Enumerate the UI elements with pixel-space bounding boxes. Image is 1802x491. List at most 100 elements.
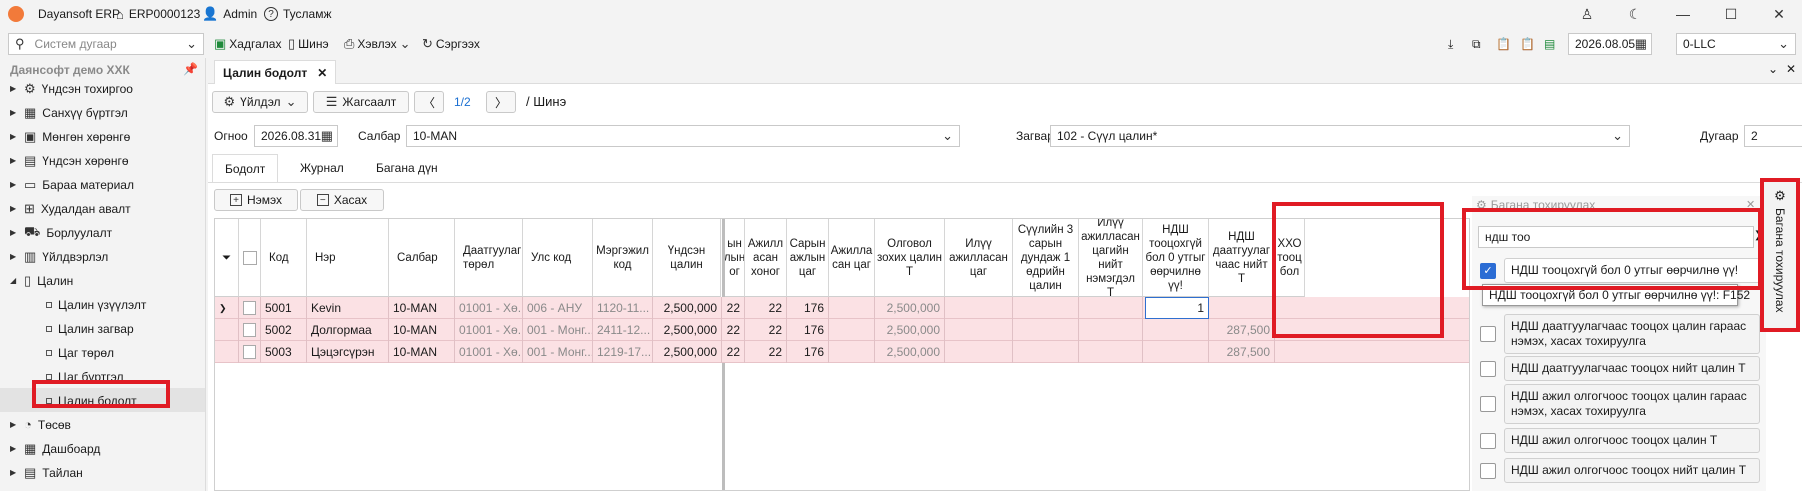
sidebar-item-salary-template[interactable]: Цалин загвар xyxy=(46,318,134,339)
company-select[interactable]: 0-LLC ⌄ xyxy=(1676,33,1796,55)
help-menu[interactable]: ? Тусламж xyxy=(264,5,331,23)
row-checkbox[interactable] xyxy=(239,297,261,319)
user-menu[interactable]: 👤 Admin xyxy=(202,5,257,23)
cell-country-code[interactable]: 001 - Монг... xyxy=(523,341,593,363)
cell-profession-code[interactable]: 2411-12... xyxy=(593,319,653,341)
record-id[interactable]: ⌂ ERP0000123 xyxy=(116,5,200,23)
branch-select[interactable]: 10-MAN ⌄ xyxy=(406,125,960,147)
tab-journal[interactable]: Журнал xyxy=(288,156,356,180)
table-row[interactable]: 5003 Цэцэгсүрэн 10-MAN 01001 - Хө... 001… xyxy=(215,341,1469,363)
cell-profession-code[interactable]: 1120-11... xyxy=(593,297,653,319)
sidebar-item-salary[interactable]: ◢ ▯ Цалин xyxy=(10,270,73,291)
person-icon[interactable]: ♙ xyxy=(1572,4,1602,24)
header-worked-days[interactable]: Ажилл асан хоног xyxy=(745,219,787,297)
pin-icon[interactable]: 📌 xyxy=(183,62,198,76)
download-icon[interactable]: ⤓ xyxy=(1448,35,1453,53)
cell-partial[interactable]: 22 xyxy=(725,319,745,341)
cell-ndsh-zero[interactable] xyxy=(1143,341,1209,363)
cell-code[interactable]: 5002 xyxy=(261,319,307,341)
next-button[interactable]: 〉 xyxy=(486,91,516,113)
header-3month-avg[interactable]: Сүүлийн 3 сарын дундаж 1 өдрийн цалин xyxy=(1013,219,1079,297)
header-payable-salary[interactable]: Олговол зохих цалин Т xyxy=(875,219,945,297)
clipboard-copy-icon[interactable]: 📋 xyxy=(1496,35,1511,53)
cell-overtime-total[interactable] xyxy=(1079,341,1143,363)
theme-moon-icon[interactable]: ☾ xyxy=(1620,4,1650,24)
cell-name[interactable]: Цэцэгсүрэн xyxy=(307,341,389,363)
header-insured-type[interactable]: Даатгуулагч төрөл xyxy=(455,219,523,297)
filter-icon[interactable]: ⏷ xyxy=(215,219,239,297)
cell-overtime-total[interactable] xyxy=(1079,297,1143,319)
number-field[interactable]: 2 xyxy=(1744,125,1802,147)
header-profession-code[interactable]: Мэргэжил код xyxy=(593,219,653,297)
print-button[interactable]: ⎙ Хэвлэх ⌄ xyxy=(344,35,411,53)
save-button[interactable]: ▣ Хадгалах xyxy=(214,35,281,53)
header-ndsh-zero[interactable]: НДШ тооцохгүй бол 0 утгыг өөрчилнө үү! xyxy=(1143,219,1209,297)
cell-profession-code[interactable]: 1219-17... xyxy=(593,341,653,363)
header-month-hours[interactable]: Сарын ажлын цаг xyxy=(787,219,829,297)
tab-salary-calc[interactable]: Цалин бодолт ✕ xyxy=(214,60,337,84)
maximize-button[interactable]: ☐ xyxy=(1716,4,1746,24)
sidebar-item-inventory[interactable]: ▶ ▭ Бараа материал xyxy=(10,174,134,195)
cell-overtime-hours[interactable] xyxy=(945,319,1013,341)
sidebar-item-time-type[interactable]: Цаг төрөл xyxy=(46,342,114,363)
sidebar-item-production[interactable]: ▶ ▥ Үйлдвэрлэл xyxy=(10,246,108,267)
list-button[interactable]: ☰ Жагсаалт xyxy=(313,91,409,113)
cell-ndsh-insured-total[interactable]: 287,500 xyxy=(1209,319,1275,341)
header-ndsh-insured-total[interactable]: НДШ даатгуулаг чаас нийт Т xyxy=(1209,219,1275,297)
cell-branch[interactable]: 10-MAN xyxy=(389,297,455,319)
sidebar-item-purchase[interactable]: ▶ ⊞ Худалдан авалт xyxy=(10,198,131,219)
cell-name[interactable]: Долгормаа xyxy=(307,319,389,341)
header-code[interactable]: Код xyxy=(261,219,307,297)
cell-branch[interactable]: 10-MAN xyxy=(389,319,455,341)
column-item[interactable]: НДШ ажил олгогчоос тооцох цалин Т xyxy=(1480,428,1760,453)
cell-ndsh-insured-total[interactable] xyxy=(1209,297,1275,319)
excel-icon[interactable]: ▤ xyxy=(1544,35,1555,53)
action-dropdown[interactable]: ⚙ Үйлдэл ⌄ xyxy=(212,91,308,113)
cell-worked-hours[interactable] xyxy=(829,341,875,363)
row-expand-icon[interactable]: ❯ xyxy=(215,297,239,319)
cell-month-hours[interactable]: 176 xyxy=(787,341,829,363)
new-button[interactable]: ▯ Шинэ xyxy=(288,35,329,53)
cell-overtime-hours[interactable] xyxy=(945,341,1013,363)
cell-ndsh-zero[interactable] xyxy=(1143,319,1209,341)
cell-worked-hours[interactable] xyxy=(829,297,875,319)
paste-icon[interactable]: 📋 xyxy=(1520,35,1535,53)
refresh-button[interactable]: ↻ Сэргээх xyxy=(422,35,480,53)
row-checkbox[interactable] xyxy=(239,319,261,341)
checkbox[interactable] xyxy=(1480,326,1496,342)
sidebar-item-report[interactable]: ▶ ▤ Тайлан xyxy=(10,462,83,483)
tab-calc[interactable]: Бодолт xyxy=(212,154,279,182)
collapse-icon[interactable]: ⌄ xyxy=(1768,62,1778,76)
header-partial[interactable]: ын лын ог xyxy=(725,219,745,297)
prev-button[interactable]: 〈 xyxy=(414,91,444,113)
column-item[interactable]: НДШ даатгуулагчаас тооцох нийт цалин Т xyxy=(1480,356,1760,381)
header-overtime-total[interactable]: Илүү ажилласан цагийн нийт нэмэгдэл Т xyxy=(1079,219,1143,297)
cell-insured-type[interactable]: 01001 - Хө... xyxy=(455,319,523,341)
cell-insured-type[interactable]: 01001 - Хө... xyxy=(455,341,523,363)
cell-worked-days[interactable]: 22 xyxy=(745,319,787,341)
column-item[interactable]: НДШ ажил олгогчоос тооцох нийт цалин Т xyxy=(1480,458,1760,483)
cell-payable-salary[interactable]: 2,500,000 xyxy=(875,297,945,319)
doc-date-field[interactable]: 2026.08.31 ▦ xyxy=(254,125,338,147)
column-item[interactable]: НДШ даатгуулагчаас тооцох цалин гараас н… xyxy=(1480,314,1760,354)
sidebar-item-dashboard[interactable]: ▶ ▦ Дашбоард xyxy=(10,438,100,459)
cell-ndsh-insured-total[interactable]: 287,500 xyxy=(1209,341,1275,363)
checkbox[interactable] xyxy=(1480,396,1496,412)
cell-payable-salary[interactable]: 2,500,000 xyxy=(875,341,945,363)
cell-name[interactable]: Kevin xyxy=(307,297,389,319)
cell-3month-avg[interactable] xyxy=(1013,341,1079,363)
tab-column-total[interactable]: Багана дүн xyxy=(364,156,450,180)
checkbox[interactable] xyxy=(1480,462,1496,479)
cell-worked-hours[interactable] xyxy=(829,319,875,341)
header-worked-hours[interactable]: Ажилла сан цаг xyxy=(829,219,875,297)
cell-base-salary[interactable]: 2,500,000 xyxy=(653,297,722,319)
cell-code[interactable]: 5001 xyxy=(261,297,307,319)
header-name[interactable]: Нэр xyxy=(307,219,389,297)
cell-base-salary[interactable]: 2,500,000 xyxy=(653,319,722,341)
row-checkbox[interactable] xyxy=(239,341,261,363)
header-base-salary[interactable]: Үндсэн цалин xyxy=(653,219,721,297)
remove-button[interactable]: − Хасах xyxy=(300,189,384,211)
cell-overtime-hours[interactable] xyxy=(945,297,1013,319)
cell-code[interactable]: 5003 xyxy=(261,341,307,363)
sidebar-item-fixed-assets[interactable]: ▶ ▤ Үндсэн хөрөнгө xyxy=(10,150,129,171)
